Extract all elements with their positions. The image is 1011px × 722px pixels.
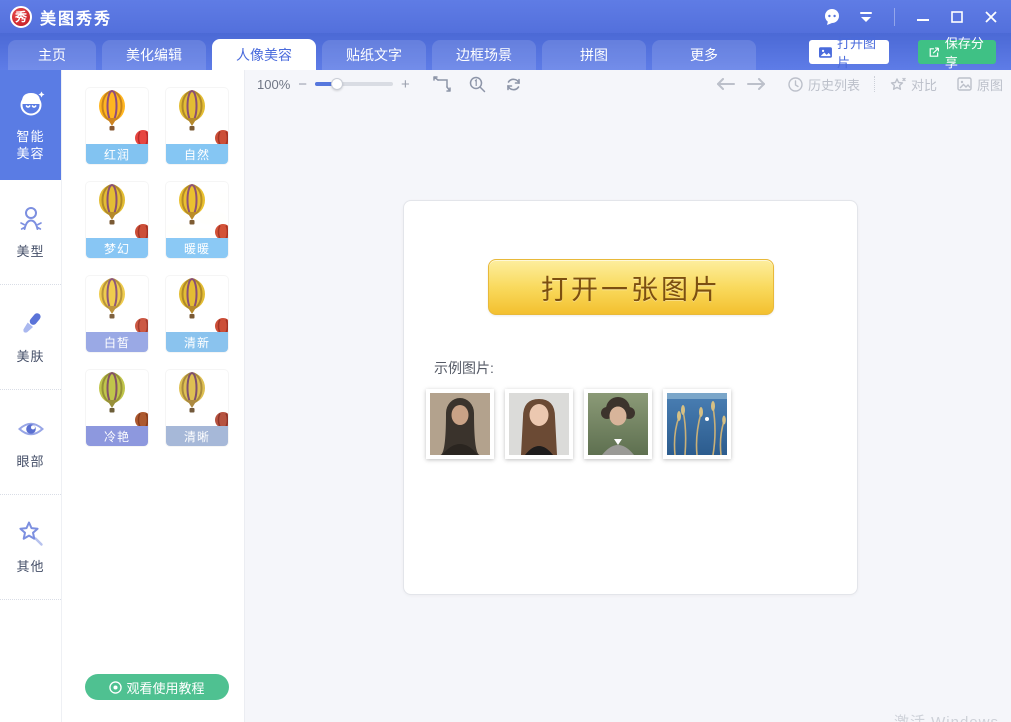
fit-screen-icon[interactable] [432,74,452,94]
tab-sticker-text[interactable]: 贴纸文字 [322,40,426,70]
close-icon[interactable] [981,7,1001,27]
compare-button[interactable]: 对比 [889,75,937,94]
sidebar-item-label: 美型 [16,243,46,260]
balloon-thumbnail [86,276,148,332]
filter-label: 白皙 [86,332,148,352]
sidebar-item-label: 美肤 [16,348,46,365]
redo-arrow-icon[interactable] [746,74,766,94]
sidebar-item-eyes[interactable]: 眼部 [0,390,61,495]
filter-label: 梦幻 [86,238,148,258]
welcome-card: 打开一张图片 示例图片: [403,200,858,595]
clock-icon [788,77,803,92]
filter-item-cool[interactable]: 冷艳 [86,370,148,446]
filter-panel: 红润 自然 梦幻 暖暖 白皙 [62,70,245,722]
balloon-thumbnail [86,370,148,426]
sidebar-item-skin[interactable]: 美肤 [0,285,61,390]
filter-label: 清晰 [166,426,228,446]
filter-item-natural[interactable]: 自然 [166,88,228,164]
face-sparkle-icon [16,89,46,119]
open-image-label: 打开图片 [837,33,879,71]
sample-image-portrait-woman-tan[interactable] [426,389,494,459]
app-title: 美图秀秀 [40,5,112,29]
sample-image-seaside-grass[interactable] [663,389,731,459]
zoom-out-button[interactable]: − [298,77,307,92]
zoom-slider[interactable] [315,82,393,86]
titlebar-divider [894,8,895,26]
zoom-1-1-icon[interactable] [468,74,488,94]
balloon-thumbnail [166,88,228,144]
sidebar-item-other[interactable]: 其他 [0,495,61,600]
balloon-thumbnail [166,182,228,238]
figure-icon [16,204,46,234]
filter-label: 暖暖 [166,238,228,258]
balloon-thumbnail [166,276,228,332]
filter-label: 清新 [166,332,228,352]
open-a-picture-button[interactable]: 打开一张图片 [488,259,774,315]
balloon-thumbnail [166,370,228,426]
canvas-toolbar: 100% − + [245,70,1011,98]
filter-label: 自然 [166,144,228,164]
sample-image-portrait-woman-light[interactable] [505,389,573,459]
sidebar-item-label: 其他 [16,558,46,575]
canvas-area: 100% − + [245,70,1011,722]
sidebar-item-label: 眼部 [16,453,46,470]
samples-caption: 示例图片: [434,358,494,378]
history-list-label: 历史列表 [808,75,860,94]
eye-icon [109,681,122,694]
tab-home[interactable]: 主页 [8,40,96,70]
compare-star-icon [889,77,906,92]
filter-item-rosy[interactable]: 红润 [86,88,148,164]
sidebar-item-face-shape[interactable]: 美型 [0,180,61,285]
feedback-chat-icon[interactable] [822,7,842,27]
minimize-icon[interactable] [913,7,933,27]
app-logo-icon: 秀 [10,6,32,28]
titlebar: 秀 美图秀秀 [0,0,1011,33]
save-share-button[interactable]: 保存分享 [918,40,996,64]
filter-item-warm[interactable]: 暖暖 [166,182,228,258]
filter-item-clear[interactable]: 清晰 [166,370,228,446]
export-icon [928,45,940,60]
history-list-button[interactable]: 历史列表 [788,75,860,94]
app-window: 秀 美图秀秀 主页 美化编辑 人像美容 贴纸文字 [0,0,1011,722]
open-image-button[interactable]: 打开图片 [809,40,889,64]
rotate-reset-icon[interactable] [504,74,524,94]
main-tabbar: 主页 美化编辑 人像美容 贴纸文字 边框场景 拼图 更多 打开图片 保存分享 [0,33,1011,70]
sample-images-row [426,389,731,459]
theme-menu-caret-icon[interactable] [856,7,876,27]
filter-item-fresh[interactable]: 清新 [166,276,228,352]
activate-windows-watermark: 激活 Windows [894,711,999,722]
tab-beautify-edit[interactable]: 美化编辑 [102,40,206,70]
zoom-level-value: 100% [257,77,290,92]
image-icon [819,46,832,59]
zoom-slider-thumb[interactable] [331,78,343,90]
watch-tutorial-label: 观看使用教程 [126,678,204,697]
balloon-thumbnail [86,88,148,144]
filter-item-fair[interactable]: 白皙 [86,276,148,352]
maximize-icon[interactable] [947,7,967,27]
compare-label: 对比 [911,75,937,94]
sidebar-item-label: 智能美容 [14,128,48,162]
tab-more[interactable]: 更多 [652,40,756,70]
filter-label: 红润 [86,144,148,164]
undo-arrow-icon[interactable] [716,74,736,94]
original-image-button[interactable]: 原图 [957,75,1003,94]
image-icon [957,77,972,91]
toolbar-divider [874,76,875,92]
sample-image-portrait-child[interactable] [584,389,652,459]
sidebar-item-smart-beauty[interactable]: 智能美容 [0,70,61,180]
zoom-in-button[interactable]: + [401,77,410,92]
star-wand-icon [16,519,46,549]
balloon-thumbnail [86,182,148,238]
tab-portrait-beauty[interactable]: 人像美容 [212,39,316,70]
tab-collage[interactable]: 拼图 [542,40,646,70]
category-sidebar: 智能美容 美型 美肤 眼部 [0,70,62,722]
filter-label: 冷艳 [86,426,148,446]
filter-item-dreamy[interactable]: 梦幻 [86,182,148,258]
original-image-label: 原图 [977,75,1003,94]
tab-frame-scene[interactable]: 边框场景 [432,40,536,70]
brush-icon [16,309,46,339]
eye-icon [16,414,46,444]
watch-tutorial-button[interactable]: 观看使用教程 [85,674,229,700]
save-share-label: 保存分享 [945,33,986,71]
